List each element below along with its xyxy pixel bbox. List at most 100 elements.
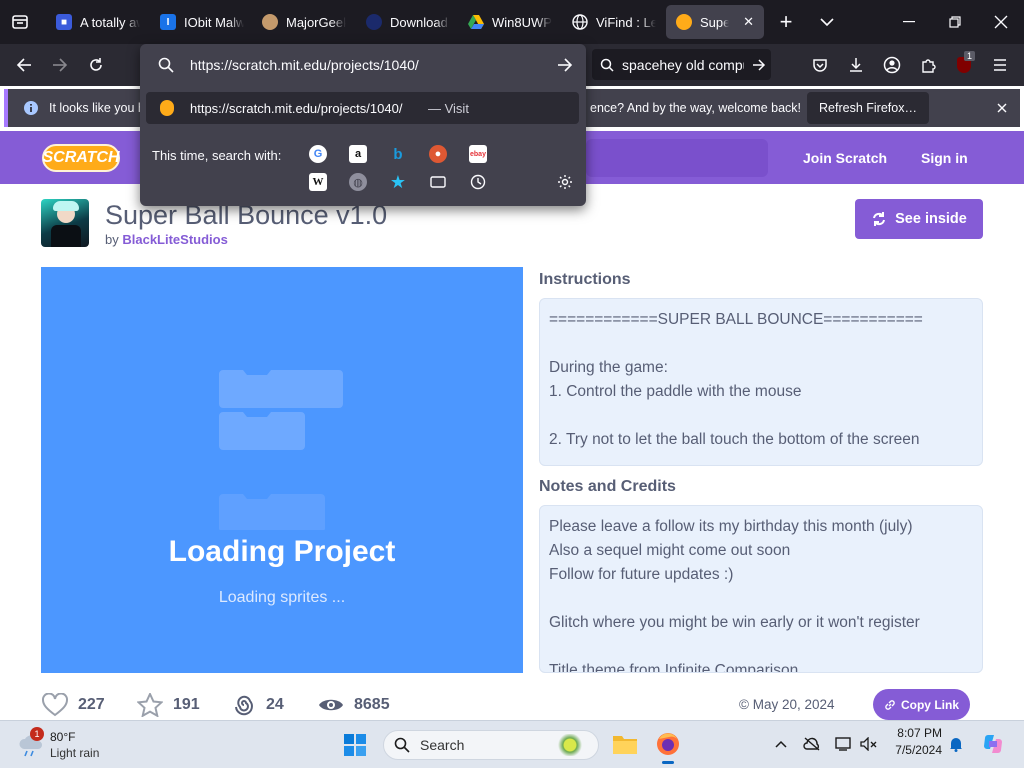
minimize-button[interactable] [886,0,932,44]
active-app-indicator [662,761,674,764]
scratch-search-field[interactable] [586,139,768,177]
tabs-icon[interactable] [429,173,447,191]
see-inside-button[interactable]: See inside [855,199,983,239]
suggestion-url: https://scratch.mit.edu/projects/1040/ [190,101,403,116]
favorite-stat[interactable]: 191 [137,693,200,717]
love-stat[interactable]: 227 [42,693,105,717]
instructions-line [549,332,973,356]
back-button[interactable] [6,44,42,86]
tray-overflow-chevron-icon[interactable] [772,735,790,753]
link-icon [885,699,895,710]
scratch-logo[interactable]: SCRATCH [42,144,120,172]
taskbar-search-label: Search [420,737,465,753]
tab-5[interactable]: ViFind : Learn [562,5,666,39]
notes-box[interactable]: Please leave a follow its my birthday th… [539,505,983,673]
tab-4[interactable]: Win8UWP [458,5,562,39]
app-menu-button[interactable] [982,44,1018,86]
tab-6-active[interactable]: Super Ball ✕ [666,5,764,39]
google-engine-icon[interactable]: G [309,145,327,163]
taskbar-search[interactable]: Search [383,730,599,760]
display-icon[interactable] [835,735,853,753]
firefox-view-button[interactable] [0,0,40,44]
reload-button[interactable] [78,44,114,86]
new-tab-button[interactable]: + [764,0,808,44]
close-icon[interactable] [997,103,1007,113]
forward-button[interactable] [42,44,78,86]
loading-blocks-icon [219,370,343,530]
account-button[interactable] [874,44,910,86]
file-explorer-app[interactable] [612,733,638,755]
speaker-muted-icon[interactable] [860,735,878,753]
notes-line: Title theme from Infinite Comparison [549,662,799,673]
join-scratch-link[interactable]: Join Scratch [803,150,887,166]
close-tab-icon[interactable]: ✕ [743,14,754,30]
scratch-favicon [676,14,692,30]
tab-label: Download [390,14,448,30]
author-link[interactable]: BlackLiteStudios [122,232,227,247]
project-stage[interactable]: Loading Project Loading sprites ... [41,267,523,673]
list-all-tabs-button[interactable] [804,0,850,44]
instructions-line: During the game: [549,359,668,376]
puzzle-icon [922,59,936,73]
weather-alert-badge: 1 [30,727,44,741]
tab-favicon [262,14,278,30]
duckduckgo-engine-icon[interactable]: ● [429,145,447,163]
bing-engine-icon[interactable]: b [389,145,407,163]
sign-in-link[interactable]: Sign in [921,150,968,166]
windows-logo-icon [344,734,366,756]
magnifier-engine-icon[interactable]: ◍ [349,173,367,191]
url-suggestion[interactable]: https://scratch.mit.edu/projects/1040/ —… [146,92,579,124]
share-date: © May 20, 2024 [739,697,835,712]
tab-favicon [366,14,382,30]
tab-2[interactable]: MajorGeeks [252,5,356,39]
firefox-app[interactable] [655,731,681,764]
copy-link-button[interactable]: Copy Link [873,689,970,720]
suggestion-action: — Visit [428,101,469,116]
pocket-button[interactable] [802,44,838,86]
wikipedia-engine-icon[interactable]: W [309,173,327,191]
instructions-line: ============SUPER BALL BOUNCE=========== [549,311,923,328]
instructions-heading: Instructions [539,271,631,288]
go-arrow-icon[interactable] [557,57,573,73]
refresh-firefox-button[interactable]: Refresh Firefox… [807,92,929,124]
address-bar-value: https://scratch.mit.edu/projects/1040/ [190,57,419,73]
extension-badge: 1 [964,51,976,61]
search-icon [158,57,174,73]
address-bar[interactable]: https://scratch.mit.edu/projects/1040/ [140,44,586,86]
restore-button[interactable] [932,0,978,44]
bookmarks-star-icon[interactable]: ★ [389,172,407,192]
ublock-button[interactable]: 1 [946,44,982,86]
instructions-box[interactable]: ============SUPER BALL BOUNCE===========… [539,298,983,466]
system-clock[interactable]: 8:07 PM 7/5/2024 [890,725,942,759]
notification-text-end: ence? And by the way, welcome back! [590,101,801,115]
heart-icon [42,693,68,717]
search-bar[interactable]: spacehey old compu [592,49,771,80]
extensions-button[interactable] [910,44,946,86]
tab-0[interactable]: ■ A totally awesome [46,5,150,39]
remix-stat: 24 [232,693,284,717]
notes-line: Follow for future updates :) [549,566,734,583]
copilot-icon[interactable] [981,732,1005,756]
copy-link-label: Copy Link [900,697,959,712]
tab-3[interactable]: Download [356,5,460,39]
history-clock-icon[interactable] [469,173,487,191]
tab-1[interactable]: I IObit Malware [150,5,254,39]
onedrive-offline-icon[interactable] [803,735,821,753]
google-drive-icon [468,14,484,30]
tab-label: ViFind : Learn [596,14,656,30]
remix-count: 24 [266,696,284,713]
instructions-line: 2. Try not to let the ball touch the bot… [549,431,920,448]
notes-line: Please leave a follow its my birthday th… [549,518,913,535]
amazon-engine-icon[interactable]: a [349,145,367,163]
downloads-button[interactable] [838,44,874,86]
search-settings-gear-icon[interactable] [556,173,574,191]
author-avatar[interactable] [41,199,89,247]
notification-bell-icon[interactable] [947,735,965,753]
start-button[interactable] [343,733,367,762]
ebay-engine-icon[interactable]: ebay [469,145,487,163]
project-byline: by BlackLiteStudios [105,232,228,247]
account-icon [883,56,901,74]
windows-taskbar: 1 80°F Light rain Search 8:07 PM 7/5/202… [0,720,1024,768]
close-window-button[interactable] [978,0,1024,44]
weather-widget[interactable]: 1 80°F Light rain [18,727,128,763]
